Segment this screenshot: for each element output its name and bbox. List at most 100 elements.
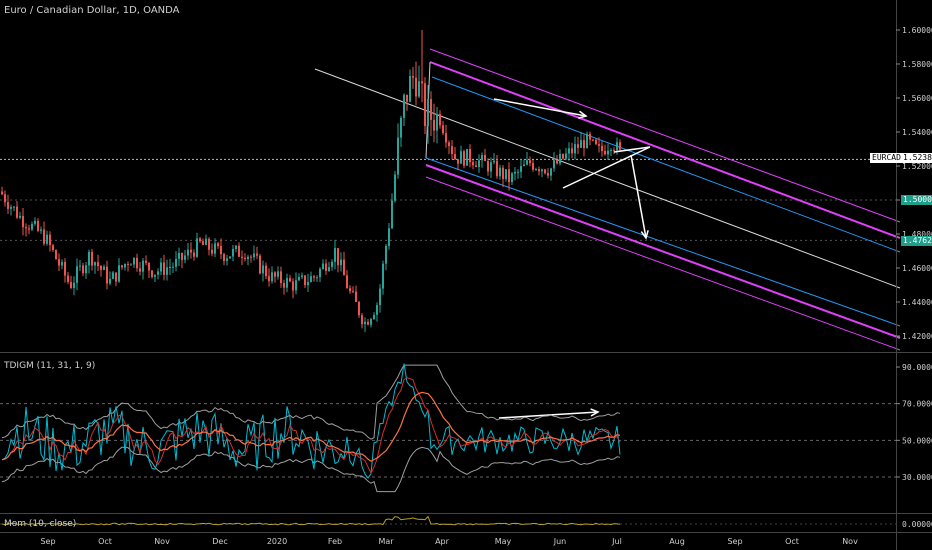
candle-body (31, 223, 33, 230)
mom-line (1, 515, 621, 526)
candle-body (166, 267, 168, 275)
candle-body (604, 150, 606, 155)
candle-body (229, 256, 231, 259)
candle-body (313, 276, 315, 278)
candle-body (574, 144, 576, 154)
candle-body (532, 163, 534, 170)
y-tick-label: 1.60000 (902, 26, 932, 35)
candle-body (577, 144, 579, 148)
candle-body (178, 253, 180, 259)
candle-body (460, 151, 462, 164)
tdi-y-tick-label: 30.00000 (902, 473, 932, 482)
candle-body (16, 206, 18, 218)
candle-body (397, 137, 399, 175)
candle-body (160, 262, 162, 272)
candle-body (547, 173, 549, 176)
arrow-down (630, 154, 647, 239)
candle-body (274, 272, 276, 277)
candle-body (337, 248, 339, 266)
candle-body (346, 275, 348, 289)
candle-body (133, 257, 135, 265)
candle-body (208, 238, 210, 250)
candle-body (571, 148, 573, 154)
candle-body (565, 153, 567, 159)
candle-body (37, 220, 39, 231)
candle-body (601, 145, 603, 151)
candle-body (595, 139, 597, 145)
channel-median (314, 68, 901, 289)
candle-body (376, 305, 378, 315)
candle-body (472, 162, 474, 166)
price-candles (1, 30, 621, 333)
candle-body (475, 165, 477, 167)
candle-body (538, 169, 540, 172)
grid (0, 158, 896, 525)
candle-body (301, 275, 303, 278)
candle-body (121, 265, 123, 268)
candle-body (76, 266, 78, 283)
candle-body (253, 253, 255, 258)
last-price-tag: 1.52389 (901, 153, 932, 163)
candle-body (310, 276, 312, 283)
candle-body (241, 256, 243, 258)
candle-body (607, 150, 609, 155)
candle-body (244, 257, 246, 260)
y-tick-label: 1.46000 (902, 264, 932, 273)
candle-body (514, 171, 516, 174)
symbol-tag: EURCAD (870, 153, 903, 163)
candle-body (175, 258, 177, 267)
candle-body (25, 227, 27, 229)
candle-body (508, 169, 510, 183)
candle-body (406, 94, 408, 102)
tdi-y-tick-label: 70.00000 (902, 400, 932, 409)
candle-body (136, 257, 138, 269)
candle-body (145, 260, 147, 263)
candle-body (325, 263, 327, 271)
candle-body (349, 288, 351, 292)
candle-body (409, 76, 411, 102)
momentum-indicator (1, 515, 621, 526)
candle-body (196, 238, 198, 257)
x-tick-label: Oct (785, 537, 799, 546)
candle-body (370, 319, 372, 325)
candle-body (466, 149, 468, 166)
candle-body (277, 271, 279, 277)
x-tick-label: Oct (98, 537, 112, 546)
candle-body (157, 271, 159, 275)
candle-body (43, 229, 45, 244)
candle-body (373, 314, 375, 320)
channel-upper (429, 61, 901, 239)
candle-body (454, 154, 456, 160)
candle-body (115, 272, 117, 282)
mom-y-tick-label: 0.00000 (902, 520, 932, 529)
candle-body (199, 238, 201, 242)
candle-body (298, 277, 300, 281)
candle-body (256, 253, 258, 256)
candle-body (493, 160, 495, 163)
candle-body (391, 200, 393, 229)
candle-body (583, 140, 585, 149)
candle-body (427, 99, 429, 127)
candle-body (610, 149, 612, 151)
candle-body (562, 153, 564, 159)
candle-body (40, 229, 42, 231)
candle-body (367, 321, 369, 325)
candle-body (457, 159, 459, 164)
candle-body (52, 245, 54, 251)
candle-body (382, 263, 384, 289)
candle-body (181, 253, 183, 260)
candle-body (130, 264, 132, 266)
x-tick-label: Jul (611, 537, 622, 546)
candle-body (385, 245, 387, 264)
chart-canvas[interactable]: 1.60000 1.58000 1.56000 1.54000 1.52000 1.500… (0, 0, 932, 550)
candle-body (271, 272, 273, 282)
candle-body (307, 282, 309, 286)
candle-body (103, 266, 105, 270)
tdi-rsi-line (1, 363, 621, 479)
candle-body (334, 248, 336, 262)
candle-body (100, 266, 102, 270)
candle-body (46, 234, 48, 244)
candle-body (424, 83, 426, 127)
candle-body (232, 248, 234, 257)
candle-body (238, 245, 240, 257)
